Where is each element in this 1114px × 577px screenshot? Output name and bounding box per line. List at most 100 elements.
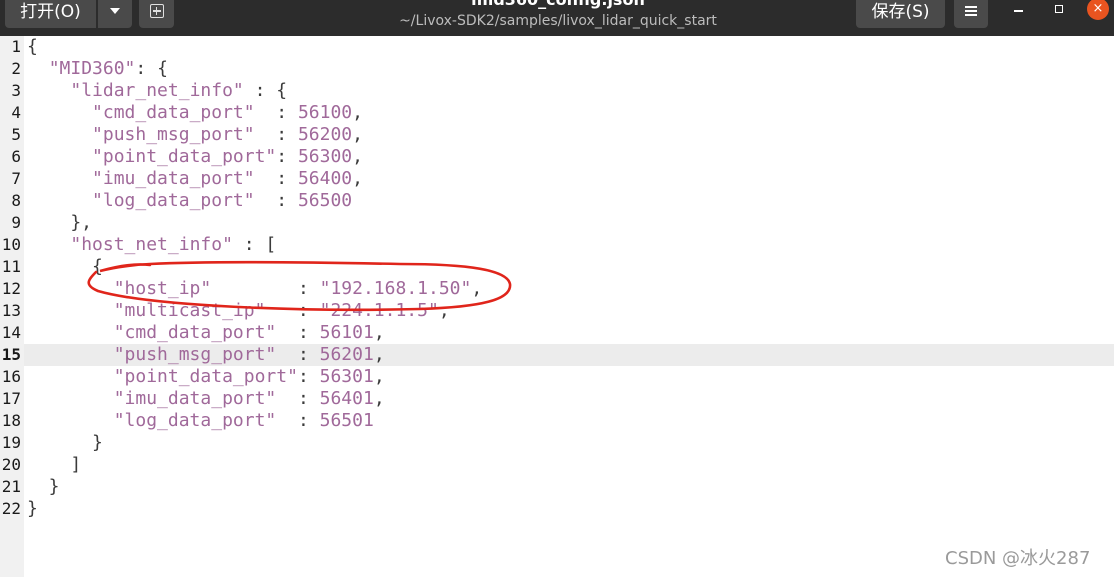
- code-line[interactable]: 21 }: [0, 476, 1114, 498]
- line-number: 3: [11, 81, 21, 100]
- code-punctuation: [27, 410, 114, 431]
- code-token: "push_msg_port": [113, 344, 277, 365]
- code-token: "MID360": [48, 58, 136, 79]
- code-text[interactable]: "imu_data_port" : 56400,: [27, 168, 363, 190]
- code-text[interactable]: },: [27, 212, 92, 234]
- code-line[interactable]: 11 {: [0, 256, 1114, 278]
- code-line[interactable]: 4 "cmd_data_port" : 56100,: [0, 102, 1114, 124]
- code-punctuation: :: [276, 344, 320, 365]
- code-text[interactable]: "push_msg_port" : 56200,: [27, 124, 363, 146]
- chevron-down-icon: [110, 8, 120, 14]
- code-text[interactable]: "MID360": {: [27, 58, 168, 80]
- watermark: CSDN @冰火287: [945, 548, 1091, 569]
- code-line[interactable]: 20 ]: [0, 454, 1114, 476]
- code-punctuation: [27, 300, 114, 321]
- code-line[interactable]: 18 "log_data_port" : 56501: [0, 410, 1114, 432]
- code-text[interactable]: "host_ip" : "192.168.1.50",: [27, 278, 482, 300]
- code-punctuation: ,: [352, 146, 363, 167]
- code-punctuation: :: [254, 168, 298, 189]
- line-number: 10: [1, 235, 21, 254]
- code-text[interactable]: "push_msg_port" : 56201,: [27, 344, 385, 366]
- code-text[interactable]: {: [27, 36, 38, 58]
- line-number: 5: [11, 125, 21, 144]
- code-line[interactable]: 22}: [0, 498, 1114, 520]
- code-token: "multicast_ip": [113, 300, 266, 321]
- code-line[interactable]: 13 "multicast_ip" : "224.1.1.5",: [0, 300, 1114, 322]
- code-line[interactable]: 5 "push_msg_port" : 56200,: [0, 124, 1114, 146]
- code-token: "log_data_port": [92, 190, 255, 211]
- code-text[interactable]: "log_data_port" : 56501: [27, 410, 374, 432]
- line-number: 12: [1, 279, 21, 298]
- code-token: "host_net_info": [70, 234, 233, 255]
- new-document-button[interactable]: [139, 0, 174, 28]
- code-token: "cmd_data_port": [113, 322, 277, 343]
- code-punctuation: [27, 366, 114, 387]
- code-line[interactable]: 19 }: [0, 432, 1114, 454]
- code-punctuation: :: [254, 102, 298, 123]
- code-line[interactable]: 16 "point_data_port": 56301,: [0, 366, 1114, 388]
- code-line[interactable]: 1{: [0, 36, 1114, 58]
- menu-button[interactable]: [954, 0, 988, 28]
- code-line[interactable]: 15 "push_msg_port" : 56201,: [0, 344, 1114, 366]
- code-line[interactable]: 8 "log_data_port" : 56500: [0, 190, 1114, 212]
- code-punctuation: ,: [438, 300, 450, 321]
- code-punctuation: }: [27, 498, 38, 519]
- code-line[interactable]: 7 "imu_data_port" : 56400,: [0, 168, 1114, 190]
- open-button[interactable]: 打开(O): [5, 0, 96, 28]
- code-text[interactable]: "log_data_port" : 56500: [27, 190, 352, 212]
- code-text[interactable]: "point_data_port": 56300,: [27, 146, 363, 168]
- code-text[interactable]: ]: [27, 454, 81, 476]
- code-text[interactable]: "cmd_data_port" : 56101,: [27, 322, 385, 344]
- code-line[interactable]: 17 "imu_data_port" : 56401,: [0, 388, 1114, 410]
- code-token: 56501: [319, 410, 374, 431]
- save-button[interactable]: 保存(S): [856, 0, 945, 28]
- code-token: 56401: [319, 388, 374, 409]
- code-text[interactable]: {: [27, 256, 103, 278]
- code-text[interactable]: }: [27, 476, 60, 498]
- code-punctuation: [27, 124, 92, 145]
- code-line[interactable]: 2 "MID360": {: [0, 58, 1114, 80]
- code-token: "cmd_data_port": [92, 102, 255, 123]
- line-number: 4: [11, 103, 21, 122]
- code-token: 56101: [319, 322, 374, 343]
- code-text[interactable]: "point_data_port": 56301,: [27, 366, 385, 388]
- code-text[interactable]: }: [27, 498, 38, 520]
- maximize-icon[interactable]: [1047, 0, 1071, 22]
- code-token: 56500: [297, 190, 353, 211]
- code-line[interactable]: 3 "lidar_net_info" : {: [0, 80, 1114, 102]
- code-punctuation: [27, 168, 92, 189]
- open-menu-button[interactable]: [98, 0, 132, 28]
- code-punctuation: },: [27, 212, 93, 233]
- code-punctuation: [27, 58, 49, 79]
- code-punctuation: : [: [232, 234, 277, 255]
- line-number: 1: [11, 37, 21, 56]
- code-text[interactable]: "lidar_net_info" : {: [27, 80, 287, 102]
- code-line[interactable]: 6 "point_data_port": 56300,: [0, 146, 1114, 168]
- code-line[interactable]: 12 "host_ip" : "192.168.1.50",: [0, 278, 1114, 300]
- code-punctuation: [27, 190, 92, 211]
- code-punctuation: [27, 278, 114, 299]
- code-token: 56200: [297, 124, 353, 145]
- minimize-icon[interactable]: [1007, 0, 1031, 22]
- code-token: "224.1.1.5": [319, 300, 439, 321]
- code-punctuation: :: [276, 146, 298, 167]
- code-token: "push_msg_port": [92, 124, 255, 145]
- code-text[interactable]: "imu_data_port" : 56401,: [27, 388, 385, 410]
- code-text[interactable]: "cmd_data_port" : 56100,: [27, 102, 363, 124]
- code-punctuation: [27, 234, 70, 255]
- code-line[interactable]: 9 },: [0, 212, 1114, 234]
- line-number: 16: [1, 367, 21, 386]
- code-line[interactable]: 14 "cmd_data_port" : 56101,: [0, 322, 1114, 344]
- code-text[interactable]: }: [27, 432, 103, 454]
- close-icon[interactable]: ×: [1087, 0, 1109, 20]
- code-token: "imu_data_port": [92, 168, 255, 189]
- code-token: 56201: [319, 344, 374, 365]
- code-text[interactable]: "host_net_info" : [: [27, 234, 276, 256]
- code-line[interactable]: 10 "host_net_info" : [: [0, 234, 1114, 256]
- line-number: 21: [1, 477, 21, 496]
- code-text[interactable]: "multicast_ip" : "224.1.1.5",: [27, 300, 450, 322]
- line-number: 22: [1, 499, 21, 518]
- header-bar: 打开(O) mid360_config.json ~/Livox-SDK2/sa…: [0, 0, 1114, 36]
- code-punctuation: [27, 102, 92, 123]
- code-punctuation: :: [276, 388, 320, 409]
